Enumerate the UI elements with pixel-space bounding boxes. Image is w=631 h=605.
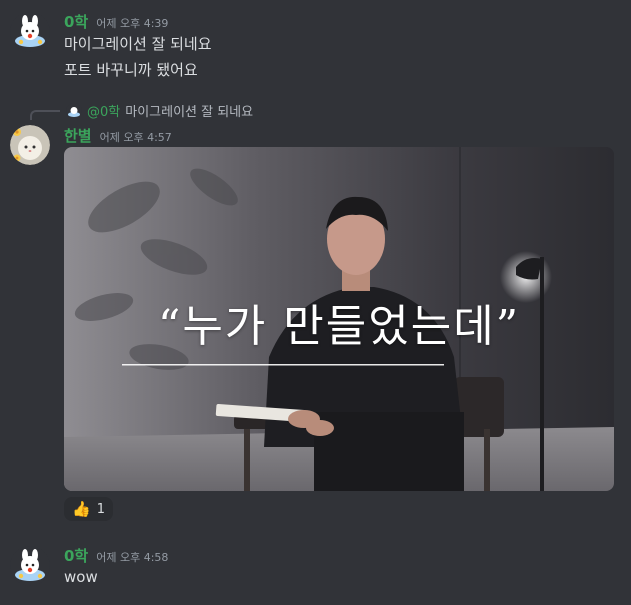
cloud-bunny-avatar-icon	[10, 546, 50, 586]
username[interactable]: 0학	[64, 11, 88, 32]
reply-mini-avatar-icon	[66, 102, 82, 119]
message-header: 0학 어제 오후 4:58	[64, 545, 168, 566]
image-embed[interactable]: “누가 만들었는데”	[64, 147, 614, 491]
timestamp[interactable]: 어제 오후 4:58	[96, 549, 168, 565]
avatar[interactable]	[10, 546, 50, 586]
reply-reference[interactable]: @0학 마이그레이션 잘 되네요	[66, 101, 253, 120]
username[interactable]: 0학	[64, 545, 88, 566]
flower-cat-avatar-icon	[10, 125, 50, 165]
avatar[interactable]	[10, 125, 50, 165]
avatar[interactable]	[10, 12, 50, 52]
timestamp[interactable]: 어제 오후 4:39	[96, 15, 168, 31]
message-text: 마이그레이션 잘 되네요	[64, 35, 212, 53]
reply-author[interactable]: @0학	[87, 101, 120, 120]
message-text: wow	[64, 568, 98, 586]
reply-text[interactable]: 마이그레이션 잘 되네요	[125, 101, 253, 120]
username[interactable]: 한별	[64, 125, 92, 146]
message-header: 0학 어제 오후 4:39	[64, 11, 168, 32]
embed-caption: “누가 만들었는데”	[157, 301, 521, 352]
reply-spine	[30, 110, 60, 120]
reaction-count: 1	[96, 501, 105, 517]
message-header: 한별 어제 오후 4:57	[64, 125, 172, 146]
cloud-bunny-avatar-icon	[10, 12, 50, 52]
chat-message-list: 0학 어제 오후 4:39 마이그레이션 잘 되네요 포트 바꾸니까 됐어요 @…	[0, 0, 631, 605]
message-text: 포트 바꾸니까 됐어요	[64, 61, 198, 79]
reaction-button[interactable]: 👍 1	[64, 497, 113, 521]
thumbs-up-icon: 👍	[72, 499, 91, 518]
timestamp[interactable]: 어제 오후 4:57	[100, 129, 172, 145]
